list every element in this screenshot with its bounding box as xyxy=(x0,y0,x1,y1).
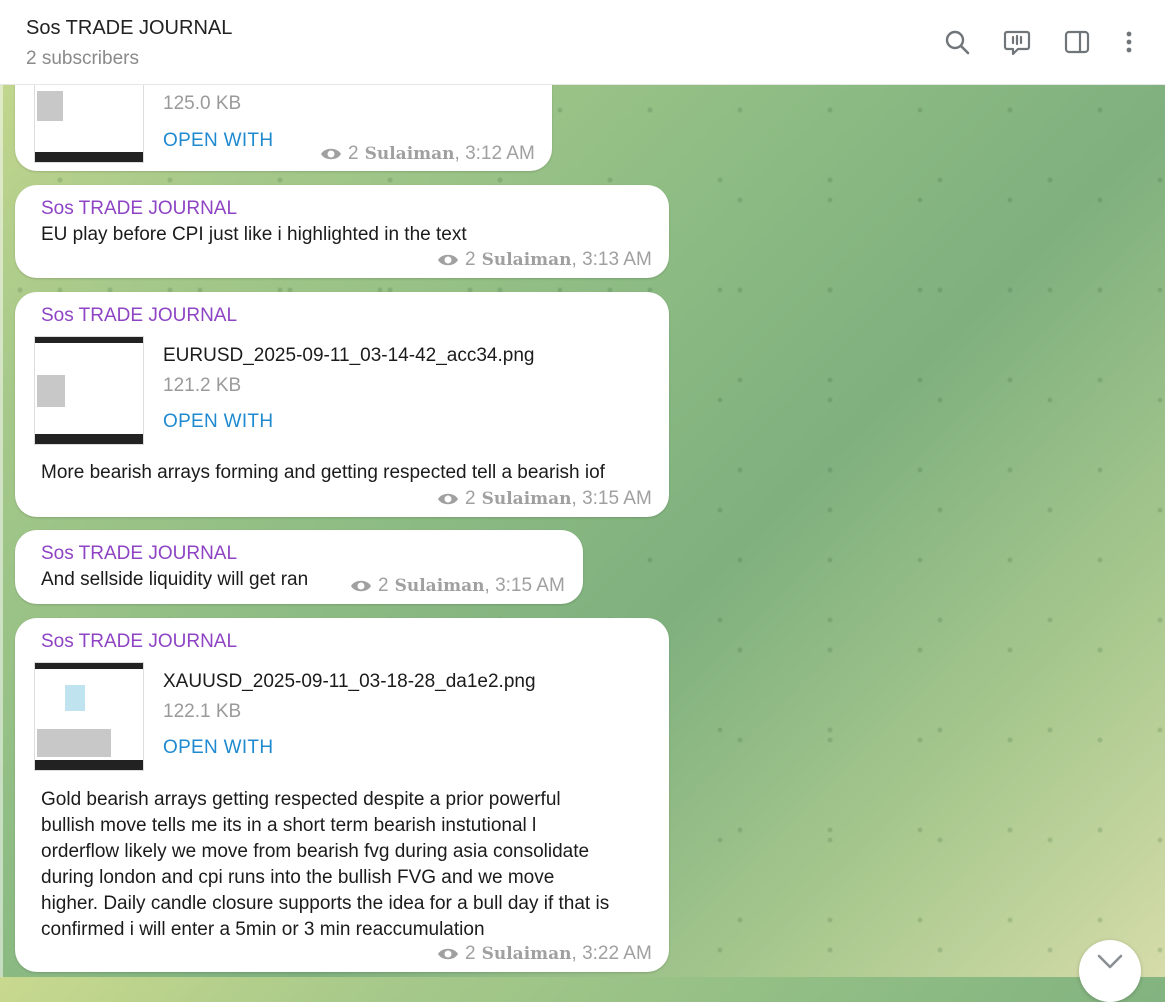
chart-shaded-area xyxy=(37,91,63,121)
view-count: 2 xyxy=(465,488,476,509)
file-thumbnail[interactable] xyxy=(34,662,144,771)
sender-name[interactable]: Sos TRADE JOURNAL xyxy=(41,305,237,327)
thumbnail-top-bar xyxy=(35,663,143,669)
view-count: 2 xyxy=(465,249,476,270)
left-edge xyxy=(0,84,3,977)
chevron-down-icon xyxy=(1097,954,1123,969)
file-size: 125.0 KB xyxy=(163,93,242,114)
message-meta: 2 Sulaiman, 3:13 AM xyxy=(437,249,652,271)
search-icon[interactable] xyxy=(941,26,973,58)
scroll-to-bottom-button[interactable] xyxy=(1079,940,1141,1002)
open-with-button[interactable]: OPEN WITH xyxy=(163,737,273,759)
message-text-line: Gold bearish arrays getting respected de… xyxy=(41,789,561,810)
chart-shaded-area xyxy=(37,375,65,407)
thumbnail-bottom-bar xyxy=(35,152,143,162)
message-text-line: orderflow likely we move from bearish fv… xyxy=(41,841,590,862)
message-meta: 2 Sulaiman, 3:22 AM xyxy=(437,943,652,965)
sender-name[interactable]: Sos TRADE JOURNAL xyxy=(41,543,237,565)
post-author: Sulaiman xyxy=(481,489,572,509)
message-bubble[interactable]: Sos TRADE JOURNAL And sellside liquidity… xyxy=(15,530,583,604)
message-bubble[interactable]: Sos TRADE JOURNAL XAUUSD_2025-09-11_03-1… xyxy=(15,618,669,972)
open-with-button[interactable]: OPEN WITH xyxy=(163,411,273,433)
channel-title[interactable]: Sos TRADE JOURNAL xyxy=(26,17,232,40)
message-meta: 2 Sulaiman, 3:12 AM xyxy=(320,143,535,165)
message-meta: 2 Sulaiman, 3:15 AM xyxy=(350,575,565,597)
open-with-button[interactable]: OPEN WITH xyxy=(163,130,273,152)
file-name[interactable]: EURUSD_2025-09-11_03-14-42_acc34.png xyxy=(163,345,534,367)
thumbnail-bottom-bar xyxy=(35,434,143,444)
file-name[interactable]: XAUUSD_2025-09-11_03-18-28_da1e2.png xyxy=(163,671,536,693)
message-time: , 3:22 AM xyxy=(571,943,652,964)
message-text-line: during london and cpi runs into the bull… xyxy=(41,867,555,888)
more-vertical-icon[interactable] xyxy=(1113,26,1145,58)
chart-highlight-zone xyxy=(65,685,85,711)
view-count: 2 xyxy=(465,943,476,964)
message-meta: 2 Sulaiman, 3:15 AM xyxy=(437,488,652,510)
message-text-line: bullish move tells me its in a short ter… xyxy=(41,815,537,836)
file-size: 121.2 KB xyxy=(163,375,242,396)
message-text-line: confirmed i will enter a 5min or 3 min r… xyxy=(41,919,485,940)
message-text: More bearish arrays forming and getting … xyxy=(41,462,605,483)
view-count: 2 xyxy=(348,143,359,164)
voice-chat-icon[interactable] xyxy=(1001,26,1033,58)
thumbnail-bottom-bar xyxy=(35,760,143,770)
chat-header: Sos TRADE JOURNAL 2 subscribers xyxy=(0,0,1165,85)
message-bubble[interactable]: Sos TRADE JOURNAL EU play before CPI jus… xyxy=(15,185,669,278)
message-time: , 3:13 AM xyxy=(571,249,652,270)
post-author: Sulaiman xyxy=(364,144,455,164)
sender-name[interactable]: Sos TRADE JOURNAL xyxy=(41,198,237,220)
message-time: , 3:12 AM xyxy=(454,143,535,164)
post-author: Sulaiman xyxy=(481,250,572,270)
subscriber-count: 2 subscribers xyxy=(26,48,139,69)
message-text-block: Gold bearish arrays getting respected de… xyxy=(41,787,609,943)
message-time: , 3:15 AM xyxy=(571,488,652,509)
message-text: And sellside liquidity will get ran xyxy=(41,569,309,590)
views-icon xyxy=(320,146,342,162)
views-icon xyxy=(437,946,459,962)
post-author: Sulaiman xyxy=(394,576,485,596)
message-time: , 3:15 AM xyxy=(484,575,565,596)
message-text-line: higher. Daily candle closure supports th… xyxy=(41,893,610,914)
thumbnail-top-bar xyxy=(35,337,143,343)
sender-name[interactable]: Sos TRADE JOURNAL xyxy=(41,631,237,653)
message-text: EU play before CPI just like i highlight… xyxy=(41,224,467,245)
view-count: 2 xyxy=(378,575,389,596)
message-bubble[interactable]: Sos TRADE JOURNAL EURUSD_2025-09-11_03-1… xyxy=(15,292,669,517)
views-icon xyxy=(350,578,372,594)
post-author: Sulaiman xyxy=(481,944,572,964)
file-size: 122.1 KB xyxy=(163,701,242,722)
file-thumbnail[interactable] xyxy=(34,336,144,445)
views-icon xyxy=(437,491,459,507)
sidebar-toggle-icon[interactable] xyxy=(1061,26,1093,58)
views-icon xyxy=(437,252,459,268)
chart-shaded-area xyxy=(37,729,111,757)
